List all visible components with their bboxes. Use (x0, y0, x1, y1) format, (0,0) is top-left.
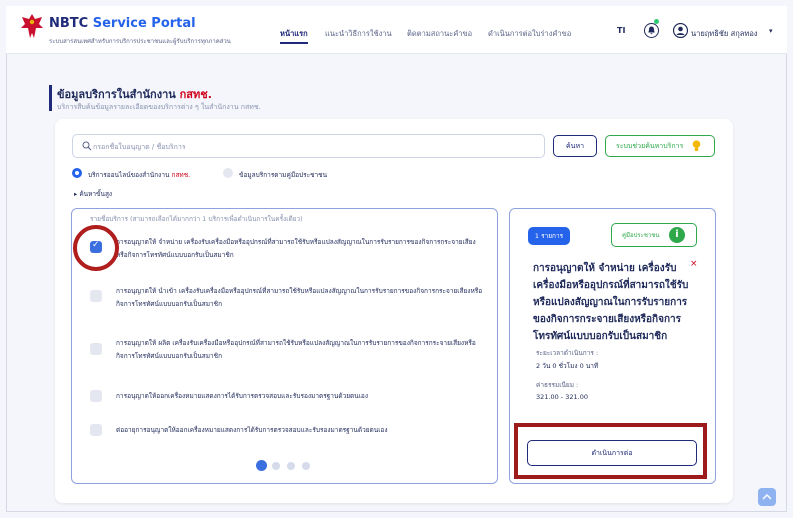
info-icon[interactable]: i (669, 227, 685, 243)
annotation-box (514, 423, 707, 479)
selected-count-badge: 1 รายการ (528, 227, 570, 245)
radio-online-services-label[interactable]: บริการออนไลน์ของสำนักงาน กสทช. (88, 170, 190, 180)
service-item-3[interactable]: การอนุญาตให้ ผลิต เครื่องรับเครื่องมือหร… (116, 337, 486, 362)
fee-value: 321.00 - 321.00 (536, 393, 588, 401)
advanced-search-toggle[interactable]: ▸ ค้นหาขั้นสูง (74, 189, 112, 199)
nav-track-status[interactable]: ติดตามสถานะคำขอ (407, 28, 472, 40)
chevron-up-icon (762, 493, 772, 500)
user-name[interactable]: นายฤทธิชัย สกุลทอง (691, 28, 758, 40)
pagination-dot-3[interactable] (287, 462, 295, 470)
garuda-logo-icon[interactable] (20, 13, 44, 39)
radio-citizen-manual-label[interactable]: ข้อมูลบริการตามคู่มือประชาชน (239, 170, 327, 180)
service-item-4[interactable]: การอนุญาตให้ออกเครื่องหมายแสดงการได้รับก… (116, 390, 486, 403)
nav-continue-draft[interactable]: ดำเนินการต่อใบร่างคำขอ (488, 28, 571, 40)
chevron-down-icon[interactable]: ▾ (769, 27, 773, 35)
service-item-1[interactable]: การอนุญาตให้ จำหน่าย เครื่องรับเครื่องมื… (116, 236, 486, 261)
notification-dot-icon (654, 19, 659, 24)
title-accent-bar (49, 85, 52, 111)
fee-label: ค่าธรรมเนียม : (536, 381, 579, 389)
brand-title[interactable]: NBTC Service Portal (49, 16, 196, 31)
search-icon (82, 141, 92, 151)
service-checkbox-4[interactable] (90, 390, 102, 402)
brand-tagline: ระบบสารสนเทศสำหรับการบริการประชาชนและผู้… (49, 38, 231, 45)
search-button[interactable]: ค้นหา (553, 135, 597, 157)
pagination-dot-1[interactable] (256, 460, 267, 471)
service-checkbox-2[interactable] (90, 290, 102, 302)
service-checkbox-5[interactable] (90, 424, 102, 436)
page-title: ข้อมูลบริการในสำนักงาน กสทช. (57, 88, 212, 101)
service-checkbox-3[interactable] (90, 343, 102, 355)
font-size-icon[interactable]: TI (617, 26, 625, 35)
duration-value: 2 วัน 0 ชั่วโมง 0 นาที (536, 362, 599, 370)
service-item-5[interactable]: ต่ออายุการอนุญาตให้ออกเครื่องหมายแสดงการ… (116, 424, 486, 437)
service-list-hint: รายชื่อบริการ (สามารถเลือกได้มากกว่า 1 บ… (90, 215, 303, 223)
search-placeholder: กรอกชื่อใบอนุญาต / ชื่อบริการ (93, 143, 186, 151)
scroll-to-top-button[interactable] (758, 488, 776, 506)
nav-home[interactable]: หน้าแรก (280, 28, 308, 44)
selected-service-title: การอนุญาตให้ จำหน่าย เครื่องรับเครื่องมื… (533, 263, 689, 342)
user-avatar-icon[interactable] (673, 23, 688, 38)
annotation-circle (73, 225, 119, 271)
pagination-dot-2[interactable] (272, 462, 280, 470)
duration-label: ระยะเวลาดำเนินการ : (536, 349, 599, 357)
service-item-2[interactable]: การอนุญาตให้ นำเข้า เครื่องรับเครื่องมือ… (116, 285, 486, 310)
radio-citizen-manual[interactable] (223, 168, 233, 178)
lightbulb-icon (692, 140, 701, 151)
radio-online-services[interactable] (72, 168, 82, 178)
nav-guide[interactable]: แนะนำวิธีการใช้งาน (325, 28, 392, 40)
pagination-dot-4[interactable] (302, 462, 310, 470)
bell-icon[interactable] (644, 23, 659, 38)
page-subtitle: บริการสืบค้นข้อมูลรายละเอียดของบริการต่า… (57, 103, 261, 111)
